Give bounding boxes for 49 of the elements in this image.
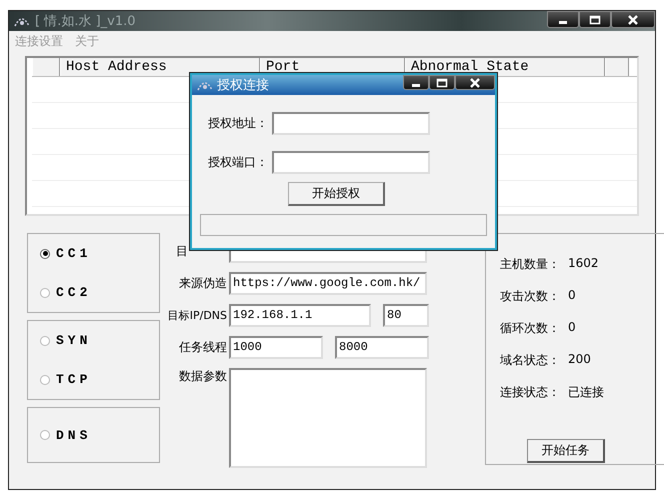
- minimize-icon[interactable]: [547, 11, 579, 28]
- stat-label: 域名状态：: [500, 352, 560, 369]
- input-field[interactable]: 192.168.1.1: [229, 304, 371, 327]
- radio-indicator[interactable]: [40, 336, 50, 346]
- stat-value: 0: [568, 320, 576, 334]
- stat-value: 1602: [568, 256, 599, 270]
- radio-indicator[interactable]: [40, 248, 50, 258]
- stat-value: 200: [568, 352, 591, 366]
- column-header[interactable]: Host Address: [60, 58, 260, 76]
- authorize-button[interactable]: 开始授权: [288, 182, 385, 206]
- stat-label: 攻击次数：: [500, 288, 560, 305]
- maximize-icon[interactable]: [429, 75, 455, 90]
- field-label: 数据参数: [178, 368, 227, 385]
- input-field[interactable]: [272, 151, 430, 174]
- radio-button[interactable]: DNS: [40, 428, 147, 442]
- input-field[interactable]: 8000: [335, 336, 429, 359]
- field-label: 目标IP/DNS: [166, 308, 227, 323]
- input-field[interactable]: https://www.google.com.hk/: [229, 272, 427, 295]
- stat-label: 主机数量：: [500, 256, 560, 273]
- stat-value: 0: [568, 288, 576, 302]
- input-field[interactable]: 80: [383, 304, 429, 327]
- radio-button[interactable]: CC1: [40, 246, 147, 261]
- window-title: [ 情.如.水 ]_v1.0: [35, 13, 136, 30]
- close-icon[interactable]: [455, 75, 495, 90]
- close-icon[interactable]: [611, 11, 655, 28]
- text-area[interactable]: [229, 368, 427, 468]
- column-header[interactable]: [32, 58, 60, 76]
- start-button[interactable]: 开始任务: [527, 439, 605, 463]
- field-label: 授权端口：: [208, 154, 268, 171]
- dialog-title: 授权连接: [217, 77, 269, 94]
- radio-indicator[interactable]: [40, 288, 50, 298]
- stat-label: 循环次数：: [500, 320, 560, 337]
- radio-indicator[interactable]: [40, 374, 50, 384]
- radio-indicator[interactable]: [40, 430, 50, 440]
- column-header[interactable]: [605, 58, 629, 76]
- radio-button[interactable]: TCP: [40, 372, 147, 387]
- column-header[interactable]: Abnormal State: [405, 58, 605, 76]
- input-field[interactable]: [272, 112, 430, 135]
- radio-button[interactable]: CC2: [40, 285, 147, 300]
- minimize-icon[interactable]: [403, 75, 429, 90]
- radio-button[interactable]: SYN: [40, 333, 147, 348]
- maximize-icon[interactable]: [579, 11, 611, 28]
- field-label: 授权地址：: [208, 115, 268, 132]
- stat-label: 连接状态：: [500, 384, 560, 401]
- stat-value: 已连接: [568, 384, 604, 401]
- input-field[interactable]: 1000: [229, 336, 323, 359]
- field-label: 来源伪造: [178, 275, 227, 292]
- field-label: 任务线程: [178, 339, 227, 356]
- field-label: 目: [175, 243, 189, 260]
